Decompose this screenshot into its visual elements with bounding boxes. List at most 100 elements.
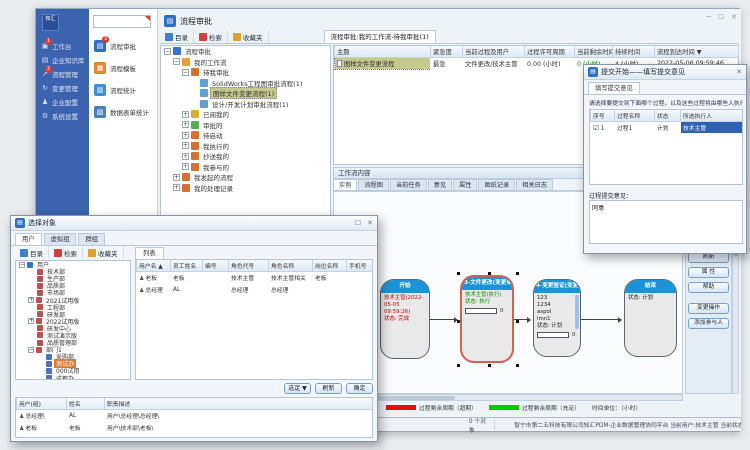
tree-item[interactable]: 技术部: [16, 268, 130, 275]
node-scrollbar[interactable]: [575, 295, 579, 329]
tree-expand-icon[interactable]: +: [173, 174, 180, 181]
sidebar-item-企业配置[interactable]: ♟企业配置: [36, 95, 89, 109]
minimize-icon[interactable]: ─: [707, 13, 711, 21]
tree-expand-icon[interactable]: +: [28, 318, 34, 324]
maximize-icon[interactable]: ☐: [718, 13, 724, 21]
column-header[interactable]: 当前过程及用户: [463, 46, 525, 58]
workflow-tab-流程图[interactable]: 流程图: [358, 179, 389, 190]
workflow-node-3-文件更改(变更单[interactable]: 3-文件更改(变更单技术主管(执行)状态: 执行0: [460, 275, 514, 363]
tree-expand-icon[interactable]: +: [182, 111, 189, 118]
maximize-icon[interactable]: ☐: [355, 219, 361, 227]
tree-expand-icon[interactable]: +: [182, 121, 189, 128]
list-tab[interactable]: 列表: [135, 247, 164, 259]
tree-expand-icon[interactable]: −: [19, 262, 25, 268]
worklist-tab[interactable]: 流程审批:我的工作流-待我审批(1): [324, 30, 436, 43]
sidebar-item-工作台[interactable]: ▣1工作台: [36, 39, 89, 53]
workflow-node-开始[interactable]: 开始技术主管(2022-05-0509:59:26)状态: 完成: [380, 279, 430, 359]
sidebar-item-流程管理[interactable]: ↗2流程管理: [36, 67, 89, 81]
column-header[interactable]: 紧急度: [431, 46, 463, 58]
selection-handle[interactable]: [516, 320, 519, 323]
selection-handle[interactable]: [457, 272, 460, 275]
selection-handle[interactable]: [516, 364, 519, 367]
workflow-tab-相关日志[interactable]: 相关日志: [516, 179, 553, 190]
workflow-tab-图纸记录[interactable]: 图纸记录: [478, 179, 515, 190]
tree-item[interactable]: +我的处理记录: [161, 183, 330, 194]
tree-expand-icon[interactable]: +: [182, 142, 189, 149]
nav-item-流程审批[interactable]: ▤3流程审批: [94, 38, 158, 53]
close-icon[interactable]: ✕: [731, 13, 737, 21]
tree-expand-icon[interactable]: +: [182, 132, 189, 139]
toolbar-button-目录[interactable]: 目录: [160, 30, 194, 43]
select-dialog-tab-虚拟组[interactable]: 虚拟组: [44, 233, 77, 245]
tree-item[interactable]: −用户: [16, 261, 130, 268]
tree-expand-icon[interactable]: +: [28, 297, 34, 303]
sidebar-item-企业知识库[interactable]: ▤企业知识库: [36, 53, 89, 67]
column-header[interactable]: 用户(组): [17, 398, 67, 410]
table-row[interactable]: ♟总经理\AL用户\总经理\总经理\: [17, 410, 373, 422]
tree-item[interactable]: −待我审批: [161, 67, 330, 78]
opinion-textarea[interactable]: 同意: [589, 200, 743, 244]
tree-expand-icon[interactable]: −: [164, 48, 171, 55]
column-header[interactable]: 编号: [203, 260, 229, 272]
selection-handle[interactable]: [488, 272, 491, 275]
submit-dialog-close-icon[interactable]: ✕: [736, 68, 742, 76]
canvas-horizontal-scrollbar[interactable]: [333, 394, 683, 401]
column-header[interactable]: 主题: [335, 46, 431, 58]
tree-item[interactable]: +待启动: [161, 130, 330, 141]
side-button-帮助[interactable]: 帮助: [688, 282, 729, 293]
column-header[interactable]: 过程名称: [615, 110, 655, 122]
tree-item[interactable]: −我的工作流: [161, 57, 330, 68]
search-input[interactable]: [93, 15, 151, 28]
toolbar-button-收藏夹[interactable]: 收藏夹: [83, 246, 124, 259]
column-header[interactable]: 持续时间: [613, 46, 655, 58]
process-row[interactable]: ☑ 1过程1计划技术主管: [591, 122, 743, 134]
tree-expand-icon[interactable]: −: [28, 347, 34, 353]
column-header[interactable]: 职责描述: [105, 398, 373, 410]
workflow-node-结束[interactable]: 结束状态: 计划: [624, 279, 677, 357]
workflow-tab-意见[interactable]: 意见: [428, 179, 452, 190]
toolbar-button-收藏夹[interactable]: 收藏夹: [228, 30, 269, 43]
sidebar-item-系统设置[interactable]: ⚙系统设置: [36, 109, 89, 123]
tree-item[interactable]: +审批的: [161, 120, 330, 131]
executor-cell[interactable]: 技术主管: [681, 122, 743, 134]
table-row[interactable]: ♟老板老板技术主管技术主管相关老板: [137, 272, 373, 284]
tree-expand-icon[interactable]: +: [173, 184, 180, 191]
table-row[interactable]: ♟老板老板用户\技术部\老板\: [17, 422, 373, 434]
column-header[interactable]: 状态: [655, 110, 681, 122]
side-button-属 性[interactable]: 属 性: [688, 267, 729, 278]
selection-handle[interactable]: [488, 364, 491, 367]
select-dialog-tab-群组[interactable]: 群组: [78, 233, 105, 245]
tree-item[interactable]: 成都办: [16, 375, 130, 381]
table-row[interactable]: ♟总经理AL总经理总经理: [137, 284, 373, 296]
tree-expand-icon[interactable]: −: [182, 69, 189, 76]
dialog-button-确定[interactable]: 确定: [346, 383, 373, 394]
column-header[interactable]: 员工姓名: [171, 260, 203, 272]
column-header[interactable]: 所选执行人: [681, 110, 743, 122]
tree-item[interactable]: +已阅我的: [161, 109, 330, 120]
side-button-添加参与人[interactable]: 添加参与人: [688, 318, 729, 329]
select-dialog-tab-用户[interactable]: 用户: [15, 233, 42, 245]
tree-item[interactable]: +我发起的流程: [161, 172, 330, 183]
tree-item[interactable]: +我执行的: [161, 141, 330, 152]
column-header[interactable]: 用户名 ▲: [137, 260, 171, 272]
tree-item[interactable]: 工程部: [16, 304, 130, 311]
close-icon[interactable]: ✕: [367, 219, 373, 227]
tree-item[interactable]: +抄送我的: [161, 151, 330, 162]
tree-item[interactable]: 生产部: [16, 275, 130, 282]
column-header[interactable]: 序号: [591, 110, 615, 122]
column-header[interactable]: 当前剩余时间: [575, 46, 613, 58]
nav-item-流程统计[interactable]: ▥流程统计: [94, 82, 158, 97]
tree-item[interactable]: 品质部: [16, 282, 130, 289]
tree-item[interactable]: −流程审批: [161, 46, 330, 57]
app-logo[interactable]: 知汇: [42, 14, 59, 31]
toolbar-button-检索[interactable]: 检索: [49, 246, 83, 259]
workflow-tab-实例[interactable]: 实例: [333, 179, 357, 190]
side-button-变更操作[interactable]: 变更操作: [688, 303, 729, 314]
workflow-tab-当前任务[interactable]: 当前任务: [390, 179, 427, 190]
tree-item[interactable]: +2021试用版: [16, 296, 130, 303]
workflow-node-4-变更验证(变更单[interactable]: 4-变更验证(变更单1231234aspollmn1状态: 计划0: [533, 279, 581, 357]
tree-expand-icon[interactable]: −: [173, 58, 180, 65]
selection-handle[interactable]: [516, 272, 519, 275]
toolbar-button-检索[interactable]: 检索: [194, 30, 228, 43]
selection-handle[interactable]: [457, 364, 460, 367]
